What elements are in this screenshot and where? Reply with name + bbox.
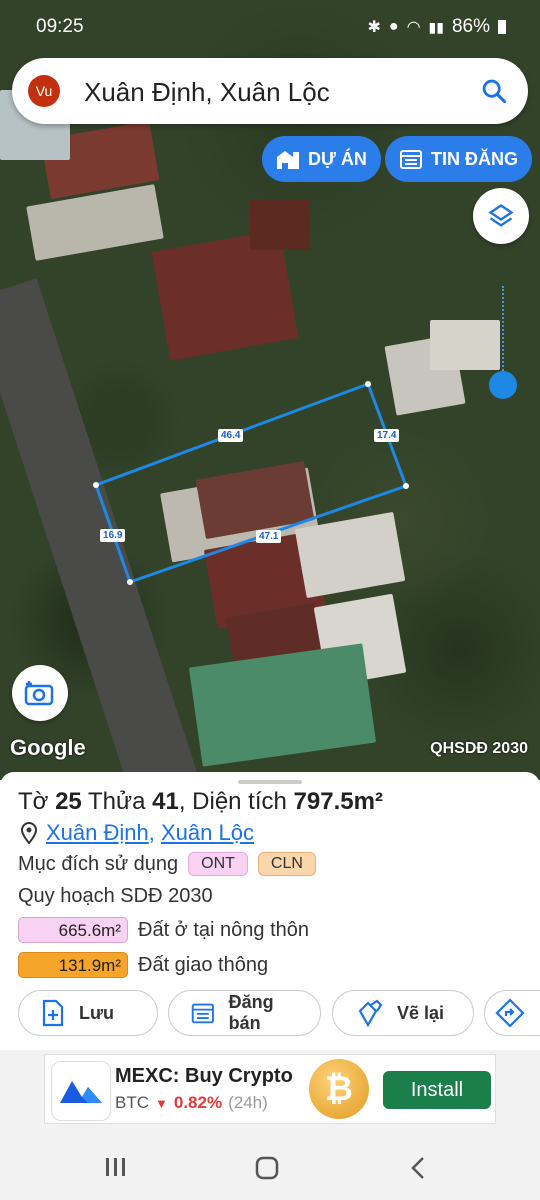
edge-label-right: 17.4 bbox=[374, 429, 400, 442]
calendar-list-icon bbox=[400, 150, 422, 169]
du-an-button[interactable]: DỰ ÁN bbox=[262, 136, 381, 182]
recent-apps-icon[interactable] bbox=[104, 1156, 128, 1178]
wifi-icon: ◠ bbox=[406, 19, 421, 36]
status-time: 09:25 bbox=[36, 16, 84, 37]
signal-icon: ▮▮ bbox=[428, 18, 444, 35]
plot-number: 41 bbox=[152, 788, 179, 815]
install-button[interactable]: Install bbox=[383, 1071, 491, 1109]
parcel-info-sheet[interactable]: Tờ 25 Thửa 41, Diện tích 797.5m² Xuân Đị… bbox=[0, 772, 540, 1050]
ad-title: MEXC: Buy Crypto bbox=[115, 1065, 293, 1087]
battery-percent: 86% bbox=[451, 16, 490, 37]
status-icons: ✱ ● ◠ ▮▮ 86% bbox=[367, 16, 506, 38]
edge-label-top: 46.4 bbox=[218, 429, 244, 442]
avatar[interactable]: Vu bbox=[28, 75, 60, 107]
back-icon[interactable] bbox=[408, 1155, 428, 1181]
location-icon: ● bbox=[388, 18, 399, 35]
camera-add-icon bbox=[24, 681, 54, 706]
mexc-logo-icon bbox=[51, 1061, 111, 1121]
sheet-handle[interactable] bbox=[238, 780, 302, 784]
search-icon[interactable] bbox=[480, 77, 508, 105]
save-button[interactable]: Lưu bbox=[18, 990, 158, 1036]
action-bar: Lưu Đăng bán Vẽ lại bbox=[0, 990, 540, 1038]
camera-button[interactable] bbox=[12, 665, 68, 721]
sheet-prefix: Tờ bbox=[18, 788, 49, 815]
bluetooth-icon: ✱ bbox=[367, 19, 381, 36]
planning-type: Đất ở tại nông thôn bbox=[138, 918, 310, 941]
parcel-area: 797.5m² bbox=[293, 788, 383, 815]
planning-area: 131.9m² bbox=[18, 952, 128, 978]
parcel-location: Xuân Định, Xuân Lộc bbox=[20, 820, 254, 846]
redraw-button[interactable]: Vẽ lại bbox=[332, 990, 474, 1036]
save-label: Lưu bbox=[79, 1002, 115, 1023]
directions-icon bbox=[495, 998, 525, 1028]
down-arrow-icon: ▼ bbox=[155, 1095, 168, 1111]
tin-dang-button[interactable]: TIN ĐĂNG bbox=[385, 136, 532, 182]
planning-row: 665.6m² Đất ở tại nông thôn bbox=[18, 917, 309, 943]
sell-button[interactable]: Đăng bán bbox=[168, 990, 321, 1036]
usage-tag: ONT bbox=[188, 852, 248, 876]
usage-label: Mục đích sử dụng bbox=[18, 852, 179, 875]
battery-icon bbox=[498, 20, 506, 34]
home-icon[interactable] bbox=[254, 1155, 280, 1181]
status-bar: 09:25 ✱ ● ◠ ▮▮ 86% bbox=[0, 0, 540, 52]
calendar-icon bbox=[191, 1003, 214, 1024]
ad-banner[interactable]: MEXC: Buy Crypto BTC ▼ 0.82% (24h) ₿ Ins… bbox=[44, 1054, 496, 1124]
planning-row: 131.9m² Đất giao thông bbox=[18, 952, 268, 978]
parcel-title: Tờ 25 Thửa 41, Diện tích 797.5m² bbox=[18, 788, 383, 815]
building-icon bbox=[277, 151, 299, 169]
commune-link[interactable]: Xuân Định bbox=[46, 820, 149, 845]
redraw-label: Vẽ lại bbox=[397, 1002, 445, 1023]
ad-ticker-row: BTC ▼ 0.82% (24h) bbox=[115, 1093, 268, 1113]
planning-type: Đất giao thông bbox=[138, 953, 269, 976]
du-an-label: DỰ ÁN bbox=[308, 148, 367, 169]
ad-change: 0.82% bbox=[173, 1093, 223, 1112]
tin-dang-label: TIN ĐĂNG bbox=[431, 148, 518, 169]
district-link[interactable]: Xuân Lộc bbox=[161, 820, 254, 845]
opacity-slider-handle[interactable] bbox=[489, 371, 517, 399]
edge-label-bottom: 47.1 bbox=[256, 530, 282, 543]
directions-button[interactable] bbox=[484, 990, 540, 1036]
edge-label-left: 16.9 bbox=[100, 529, 126, 542]
google-attribution: Google bbox=[10, 735, 86, 760]
search-query[interactable]: Xuân Định, Xuân Lộc bbox=[84, 77, 330, 108]
ad-ticker: BTC bbox=[115, 1093, 149, 1112]
bitcoin-coin-icon: ₿ bbox=[309, 1059, 369, 1119]
sell-label: Đăng bán bbox=[228, 992, 274, 1033]
area-prefix: Diện tích bbox=[192, 788, 287, 815]
location-pin-icon bbox=[20, 822, 38, 844]
planning-area: 665.6m² bbox=[18, 917, 128, 943]
ad-period: (24h) bbox=[228, 1093, 268, 1112]
map-layer-label: QHSDĐ 2030 bbox=[430, 740, 528, 757]
usage-row: Mục đích sử dụng ONT CLN bbox=[18, 852, 316, 876]
plot-prefix: Thửa bbox=[88, 788, 146, 815]
location-separator: , bbox=[148, 820, 155, 845]
usage-tag: CLN bbox=[257, 852, 316, 876]
system-nav-bar bbox=[0, 1132, 540, 1200]
planning-label: Quy hoạch SDĐ 2030 bbox=[18, 885, 213, 907]
search-bar[interactable]: Vu Xuân Định, Xuân Lộc bbox=[12, 58, 528, 124]
sheet-number: 25 bbox=[55, 788, 82, 815]
add-file-icon bbox=[42, 999, 64, 1027]
layers-button[interactable] bbox=[473, 188, 529, 244]
layers-icon bbox=[488, 204, 514, 227]
pen-redraw-icon bbox=[358, 999, 383, 1027]
